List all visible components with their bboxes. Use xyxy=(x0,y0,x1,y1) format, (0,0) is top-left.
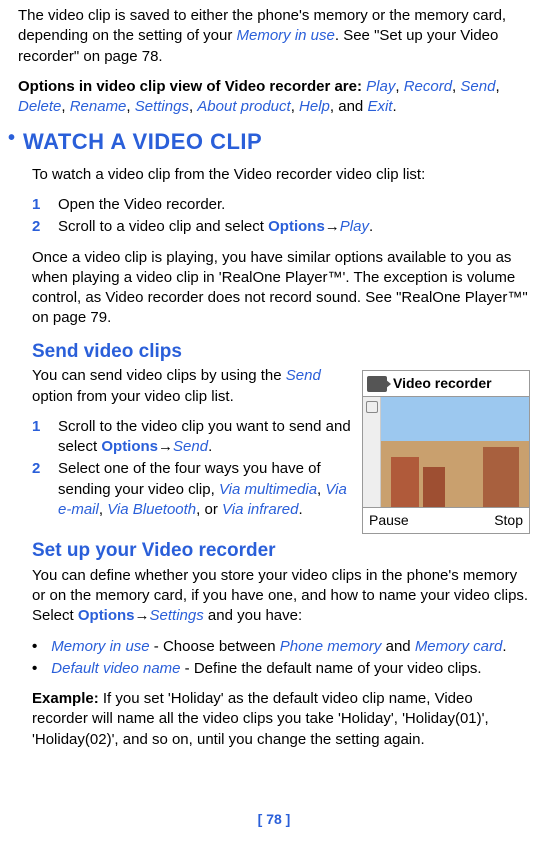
menu-play: Play xyxy=(340,218,369,235)
step-number: 1 xyxy=(32,195,46,215)
arrow-icon: → xyxy=(325,218,340,235)
option-record: Record xyxy=(404,78,452,95)
phone-screenshot: Video recorder Pause Stop xyxy=(362,370,530,534)
send-step-2: 2 Select one of the four ways you have o… xyxy=(32,459,352,520)
step-number: 2 xyxy=(32,459,46,520)
phone-sidebar xyxy=(363,397,381,507)
softkey-pause: Pause xyxy=(369,511,409,530)
setup-intro: You can define whether you store your vi… xyxy=(32,566,530,627)
value-memory-card: Memory card xyxy=(415,638,503,655)
step-text: Select one of the four ways you have of … xyxy=(58,459,352,520)
softkey-stop: Stop xyxy=(494,511,523,530)
heading-send: Send video clips xyxy=(32,339,530,365)
option-exit: Exit xyxy=(367,98,392,115)
via-infrared: Via infrared xyxy=(222,501,298,518)
bullet-icon: • xyxy=(8,127,15,149)
via-bluetooth: Via Bluetooth xyxy=(107,501,196,518)
setup-bullets: Memory in use - Choose between Phone mem… xyxy=(32,637,530,680)
text: , or xyxy=(196,501,222,518)
setting-memory-in-use: Memory in use xyxy=(51,638,149,655)
text: , and xyxy=(330,98,368,115)
bullet-default-name: Default video name - Define the default … xyxy=(32,659,530,679)
option-play: Play xyxy=(366,78,395,95)
option-settings: Settings xyxy=(135,98,189,115)
phone-titlebar: Video recorder xyxy=(363,371,529,397)
watch-intro: To watch a video clip from the Video rec… xyxy=(32,165,530,185)
text: and you have: xyxy=(204,607,302,624)
step-text: Scroll to the video clip you want to sen… xyxy=(58,417,352,458)
setting-default-video-name: Default video name xyxy=(51,660,180,677)
step-text: Scroll to a video clip and select Option… xyxy=(58,217,373,237)
text: and xyxy=(381,638,414,655)
watch-step-1: 1 Open the Video recorder. xyxy=(32,195,530,215)
watch-steps: 1 Open the Video recorder. 2 Scroll to a… xyxy=(32,195,530,238)
option-delete: Delete xyxy=(18,98,61,115)
cmd-send: Send xyxy=(286,367,321,384)
step-number: 2 xyxy=(32,217,46,237)
text: - Choose between xyxy=(150,638,280,655)
menu-send: Send xyxy=(173,438,208,455)
softkey-options: Options xyxy=(78,607,135,624)
send-steps: 1 Scroll to the video clip you want to s… xyxy=(32,417,352,520)
intro-paragraph-2: Options in video clip view of Video reco… xyxy=(18,77,530,118)
option-help: Help xyxy=(299,98,330,115)
phone-title-text: Video recorder xyxy=(393,374,492,393)
step-number: 1 xyxy=(32,417,46,458)
text: Options in video clip view of Video reco… xyxy=(18,78,362,95)
option-about: About product xyxy=(197,98,290,115)
bullet-memory-in-use: Memory in use - Choose between Phone mem… xyxy=(32,637,530,657)
via-multimedia: Via multimedia xyxy=(219,481,317,498)
intro-paragraph-1: The video clip is saved to either the ph… xyxy=(18,6,530,67)
heading-setup: Set up your Video recorder xyxy=(32,538,530,564)
softkey-options: Options xyxy=(268,218,325,235)
option-rename: Rename xyxy=(70,98,127,115)
send-step-1: 1 Scroll to the video clip you want to s… xyxy=(32,417,352,458)
softkey-options: Options xyxy=(101,438,158,455)
send-intro: You can send video clips by using the Se… xyxy=(32,366,352,407)
arrow-icon: → xyxy=(158,438,173,455)
example-label: Example: xyxy=(32,690,99,707)
text: You can send video clips by using the xyxy=(32,367,286,384)
setup-example: Example: If you set 'Holiday' as the def… xyxy=(32,689,530,750)
watch-note: Once a video clip is playing, you have s… xyxy=(32,248,530,329)
option-send: Send xyxy=(460,78,495,95)
watch-step-2: 2 Scroll to a video clip and select Opti… xyxy=(32,217,530,237)
menu-settings: Settings xyxy=(150,607,204,624)
step-text: Open the Video recorder. xyxy=(58,195,225,215)
text: Scroll to a video clip and select xyxy=(58,218,268,235)
example-text: If you set 'Holiday' as the default vide… xyxy=(32,690,489,748)
camera-icon xyxy=(367,376,387,392)
text: option from your video clip list. xyxy=(32,388,234,405)
link-memory-in-use[interactable]: Memory in use xyxy=(237,27,335,44)
page-number: [ 78 ] xyxy=(0,810,548,829)
value-phone-memory: Phone memory xyxy=(280,638,382,655)
signal-icon xyxy=(366,401,378,413)
heading-watch: WATCH A VIDEO CLIP xyxy=(23,127,262,157)
text: - Define the default name of your video … xyxy=(181,660,482,677)
arrow-icon: → xyxy=(135,607,150,624)
heading-watch-row: • WATCH A VIDEO CLIP xyxy=(18,127,530,157)
phone-video-frame xyxy=(381,397,529,507)
